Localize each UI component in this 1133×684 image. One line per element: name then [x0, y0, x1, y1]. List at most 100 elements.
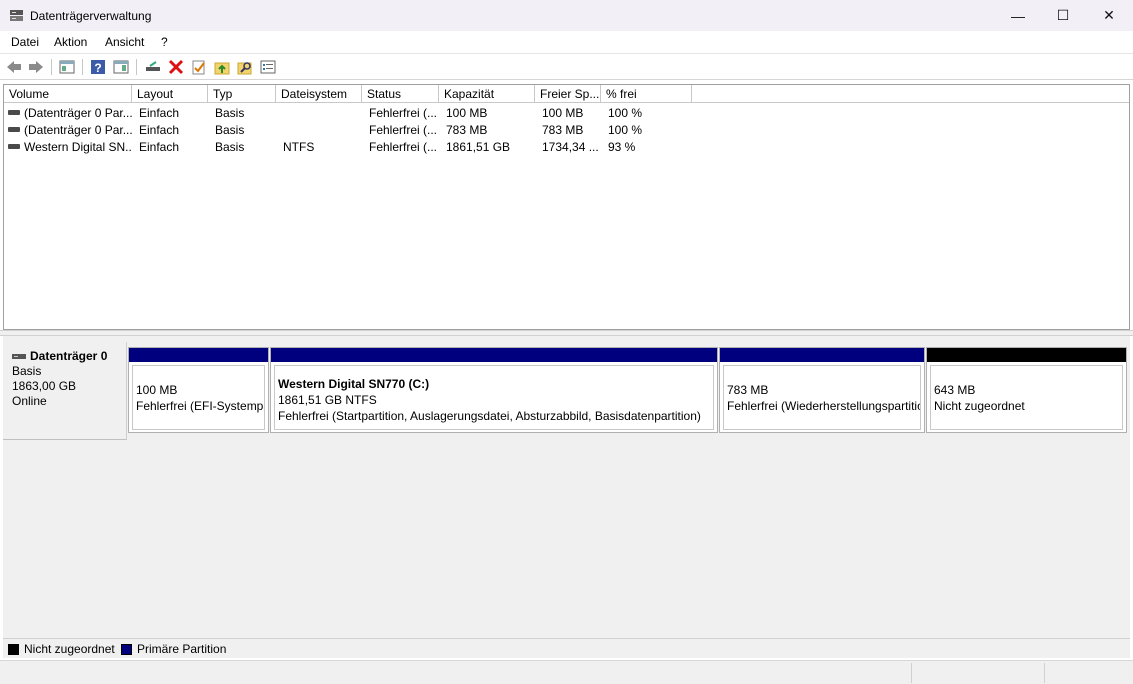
partition-size: 783 MB [727, 383, 769, 397]
status-separator [911, 663, 912, 683]
column-kapazitaet[interactable]: Kapazität [439, 85, 535, 103]
close-button[interactable]: ✕ [1086, 0, 1132, 31]
action-pane-icon[interactable] [112, 58, 130, 76]
column-status[interactable]: Status [362, 85, 439, 103]
column-dateisystem[interactable]: Dateisystem [276, 85, 362, 103]
cell-dateisystem [278, 122, 362, 139]
cell-status: Fehlerfrei (... [369, 140, 438, 154]
maximize-icon: ☐ [1056, 7, 1070, 23]
cell-layout: Einfach [139, 140, 180, 154]
folder-search-icon[interactable] [236, 58, 254, 76]
volume-drive-icon [8, 127, 20, 133]
toolbar-separator [136, 59, 137, 75]
partition-size: 100 MB [136, 383, 178, 397]
column-typ[interactable]: Typ [208, 85, 276, 103]
disk-state: Online [12, 394, 47, 408]
partition-recovery[interactable]: 783 MB Fehlerfrei (Wiederherstellungspar… [719, 347, 925, 433]
cell-dateisystem: NTFS [283, 140, 315, 154]
back-arrow-icon[interactable] [5, 58, 23, 76]
legend: Nicht zugeordnet Primäre Partition [3, 638, 1130, 658]
cell-volume: (Datenträger 0 Par... [24, 123, 132, 137]
volume-list[interactable]: Volume Layout Typ Dateisystem Status Kap… [3, 84, 1130, 330]
cell-typ: Basis [215, 106, 245, 120]
partition-body: Western Digital SN770 (C:) 1861,51 GB NT… [274, 365, 714, 430]
partition-bar [129, 348, 268, 362]
console-tree-icon[interactable] [58, 58, 76, 76]
properties-list-icon[interactable] [259, 58, 277, 76]
disk-graph-view: Datenträger 0 Basis 1863,00 GB Online 10… [3, 336, 1130, 638]
column-volume[interactable]: Volume [4, 85, 132, 103]
menu-aktion[interactable]: Aktion [54, 35, 87, 49]
partition-c[interactable]: Western Digital SN770 (C:) 1861,51 GB NT… [270, 347, 718, 433]
cell-prozent-frei: 100 % [608, 123, 643, 137]
cell-prozent-frei: 93 % [608, 140, 636, 154]
table-row[interactable]: (Datenträger 0 Par... Einfach Basis Fehl… [4, 122, 1129, 139]
partition-bar [271, 348, 717, 362]
cell-prozent-frei: 100 % [608, 106, 643, 120]
partition-status: Fehlerfrei (Wiederherstellungspartitio [727, 399, 921, 413]
partition-bar [720, 348, 924, 362]
minimize-button[interactable]: — [995, 0, 1041, 31]
partition-size: 643 MB [934, 383, 976, 397]
cell-kapazitaet: 1861,51 GB [446, 140, 511, 154]
toolbar-separator [51, 59, 52, 75]
cell-layout: Einfach [139, 106, 180, 120]
column-freier-speicher[interactable]: Freier Sp... [535, 85, 601, 103]
window-title: Datenträgerverwaltung [30, 9, 152, 23]
status-bar [0, 660, 1133, 684]
delete-icon[interactable] [167, 58, 185, 76]
volume-drive-icon [8, 144, 20, 150]
disk-management-app-icon [10, 10, 23, 21]
partition-status: Fehlerfrei (Startpartition, Auslagerungs… [278, 409, 701, 423]
table-row[interactable]: Western Digital SN... Einfach Basis NTFS… [4, 139, 1129, 156]
connect-disk-icon[interactable] [144, 58, 162, 76]
help-icon[interactable]: ? [89, 58, 107, 76]
cell-layout: Einfach [139, 123, 180, 137]
partition-body: 783 MB Fehlerfrei (Wiederherstellungspar… [723, 365, 921, 430]
cell-freier-speicher: 1734,34 ... [542, 140, 599, 154]
cell-status: Fehlerfrei (... [369, 123, 438, 137]
maximize-button[interactable]: ☐ [1040, 0, 1086, 31]
cell-kapazitaet: 100 MB [446, 106, 488, 120]
legend-primary-label: Primäre Partition [137, 642, 227, 656]
disk-name: Datenträger 0 [30, 349, 108, 363]
menu-help[interactable]: ? [161, 35, 168, 49]
close-icon: ✕ [1103, 7, 1115, 23]
disk-info-panel[interactable]: Datenträger 0 Basis 1863,00 GB Online [3, 342, 127, 440]
partition-bar [927, 348, 1126, 362]
menu-bar: Datei Aktion Ansicht ? [0, 31, 1133, 53]
volume-list-header: Volume Layout Typ Dateisystem Status Kap… [4, 85, 1129, 103]
title-bar: Datenträgerverwaltung — ☐ ✕ [0, 0, 1133, 31]
partition-efi[interactable]: 100 MB Fehlerfrei (EFI-Systempa [128, 347, 269, 433]
minimize-icon: — [1011, 7, 1025, 24]
cell-dateisystem [278, 105, 362, 122]
volume-drive-icon [8, 110, 20, 116]
forward-arrow-icon[interactable] [27, 58, 45, 76]
cell-volume: Western Digital SN... [24, 140, 132, 154]
cell-typ: Basis [215, 123, 245, 137]
cell-freier-speicher: 100 MB [542, 106, 584, 120]
table-row[interactable]: (Datenträger 0 Par... Einfach Basis Fehl… [4, 105, 1129, 122]
status-separator [1044, 663, 1045, 683]
partition-body: 100 MB Fehlerfrei (EFI-Systempa [132, 365, 265, 430]
cell-typ: Basis [215, 140, 245, 154]
toolbar: ? [0, 53, 1133, 80]
menu-ansicht[interactable]: Ansicht [105, 35, 144, 49]
legend-unallocated-swatch [8, 644, 19, 655]
column-layout[interactable]: Layout [132, 85, 208, 103]
partition-status: Fehlerfrei (EFI-Systempa [136, 399, 265, 413]
cell-volume: (Datenträger 0 Par... [24, 106, 132, 120]
disk-icon [12, 354, 26, 359]
check-properties-icon[interactable] [190, 58, 208, 76]
legend-primary-swatch [121, 644, 132, 655]
cell-status: Fehlerfrei (... [369, 106, 438, 120]
partition-unallocated[interactable]: 643 MB Nicht zugeordnet [926, 347, 1127, 433]
menu-datei[interactable]: Datei [11, 35, 39, 49]
folder-up-icon[interactable] [213, 58, 231, 76]
svg-text:?: ? [94, 61, 101, 75]
column-prozent-frei[interactable]: % frei [601, 85, 692, 103]
disk-type: Basis [12, 364, 42, 378]
cell-kapazitaet: 783 MB [446, 123, 488, 137]
cell-freier-speicher: 783 MB [542, 123, 584, 137]
disk-size: 1863,00 GB [12, 379, 77, 393]
